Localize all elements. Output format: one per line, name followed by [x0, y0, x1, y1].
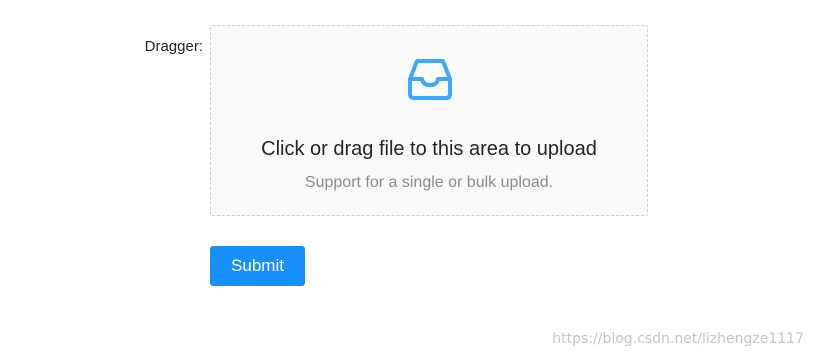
upload-dragger-area[interactable]: Click or drag file to this area to uploa…: [210, 25, 648, 216]
upload-text: Click or drag file to this area to uploa…: [261, 138, 597, 160]
upload-form-page: Dragger: Click or drag file to this area…: [0, 0, 814, 356]
dragger-form-label: Dragger:: [144, 38, 203, 55]
upload-hint: Support for a single or bulk upload.: [304, 174, 554, 191]
watermark-text: https://blog.csdn.net/lizhengze1117: [552, 331, 804, 347]
submit-button[interactable]: Submit: [210, 246, 305, 286]
inbox-icon: [408, 59, 452, 100]
